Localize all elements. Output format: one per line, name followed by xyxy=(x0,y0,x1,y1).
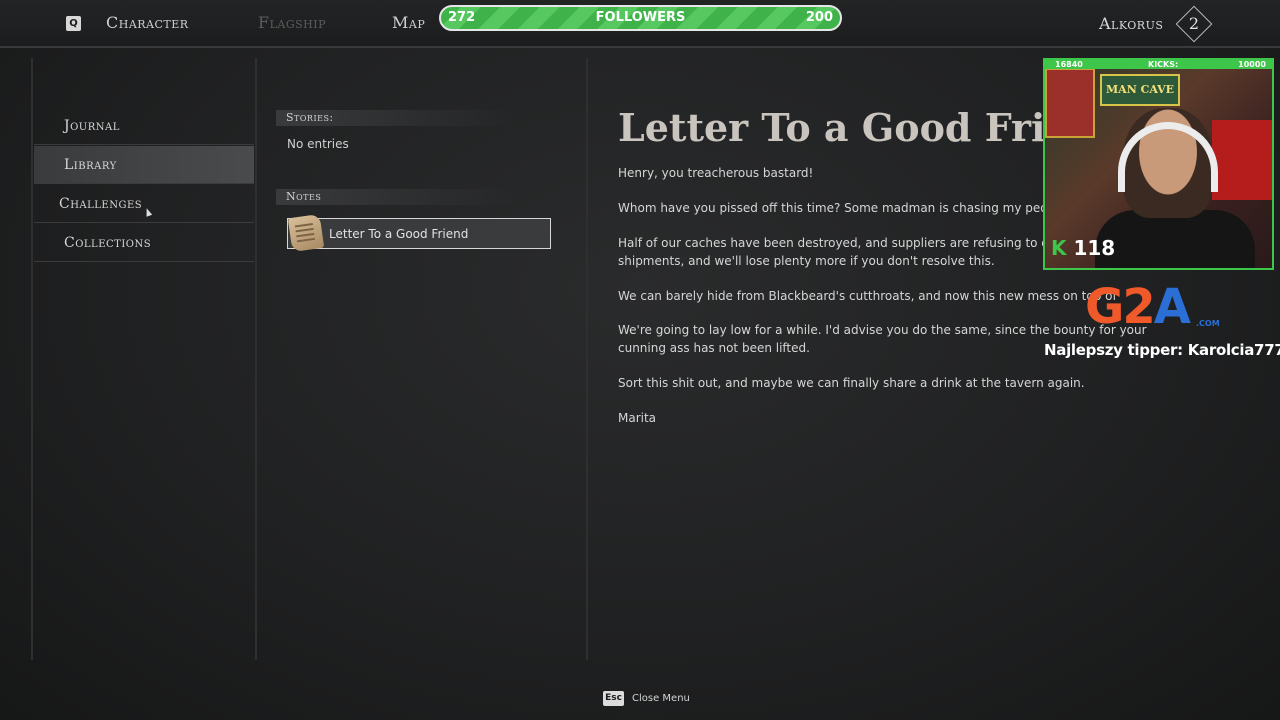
tab-flagship[interactable]: Flagship xyxy=(258,13,326,32)
fridge xyxy=(1212,120,1272,200)
followers-label: FOLLOWERS xyxy=(595,10,686,25)
esc-key-hint: Esc xyxy=(603,691,624,706)
top-tipper-text: Najlepszy tipper: Karolcia777 xyxy=(1044,341,1280,359)
g2a-logo: G2A xyxy=(1085,279,1191,335)
tab-character[interactable]: Character xyxy=(106,13,189,32)
kick-count-value: 118 xyxy=(1073,236,1116,260)
kick-counter: K 118 xyxy=(1051,236,1115,260)
top-navigation-bar: Q Character Flagship Map 272 FOLLOWERS 2… xyxy=(0,0,1280,48)
stories-header: Stories: xyxy=(276,110,516,126)
sponsor-overlay: G2A .COM Najlepszy tipper: Karolcia777 xyxy=(1043,275,1280,365)
followers-progress-bar: 272 FOLLOWERS 200 xyxy=(439,5,842,31)
stories-empty-text: No entries xyxy=(287,137,349,151)
mancave-sign: MAN CAVE xyxy=(1100,74,1180,106)
kick-goal-label: KICKS: xyxy=(1148,60,1179,69)
divider xyxy=(586,58,588,660)
kick-goal-left: 16840 xyxy=(1055,60,1083,69)
streamer-webcam-overlay: MAN CAVE 16840 KICKS: 10000 K 118 xyxy=(1043,58,1274,270)
sidebar-item-collections[interactable]: Collections xyxy=(34,224,254,262)
sidebar-item-library[interactable]: Library xyxy=(34,146,254,184)
wall-poster xyxy=(1045,68,1095,138)
q-key-hint: Q xyxy=(66,16,81,31)
notes-header: Notes xyxy=(276,189,516,205)
divider xyxy=(255,58,257,660)
player-level: 2 xyxy=(1188,14,1200,33)
player-name: Alkorus xyxy=(1099,14,1164,33)
note-item-label: Letter To a Good Friend xyxy=(329,227,469,241)
sidebar-item-challenges[interactable]: Challenges xyxy=(34,185,254,223)
kick-logo-icon: K xyxy=(1051,236,1067,260)
kick-goal-right: 10000 xyxy=(1238,60,1266,69)
divider xyxy=(31,58,33,660)
streamer-shirt xyxy=(1095,210,1255,268)
letter-signature: Marita xyxy=(618,411,657,425)
note-item-letter[interactable]: Letter To a Good Friend xyxy=(287,213,551,253)
scroll-icon xyxy=(287,213,325,253)
sidebar-item-journal[interactable]: Journal xyxy=(34,107,254,145)
kick-goal-bar: 16840 KICKS: 10000 xyxy=(1045,60,1272,69)
close-menu-button[interactable]: Close Menu xyxy=(632,693,690,704)
letter-paragraph: Sort this shit out, and maybe we can fin… xyxy=(618,376,1085,390)
letter-title: Letter To a Good Friend xyxy=(618,105,1043,150)
tab-map[interactable]: Map xyxy=(392,13,425,32)
g2a-domain: .COM xyxy=(1196,319,1220,328)
followers-right-value: 200 xyxy=(805,10,833,25)
